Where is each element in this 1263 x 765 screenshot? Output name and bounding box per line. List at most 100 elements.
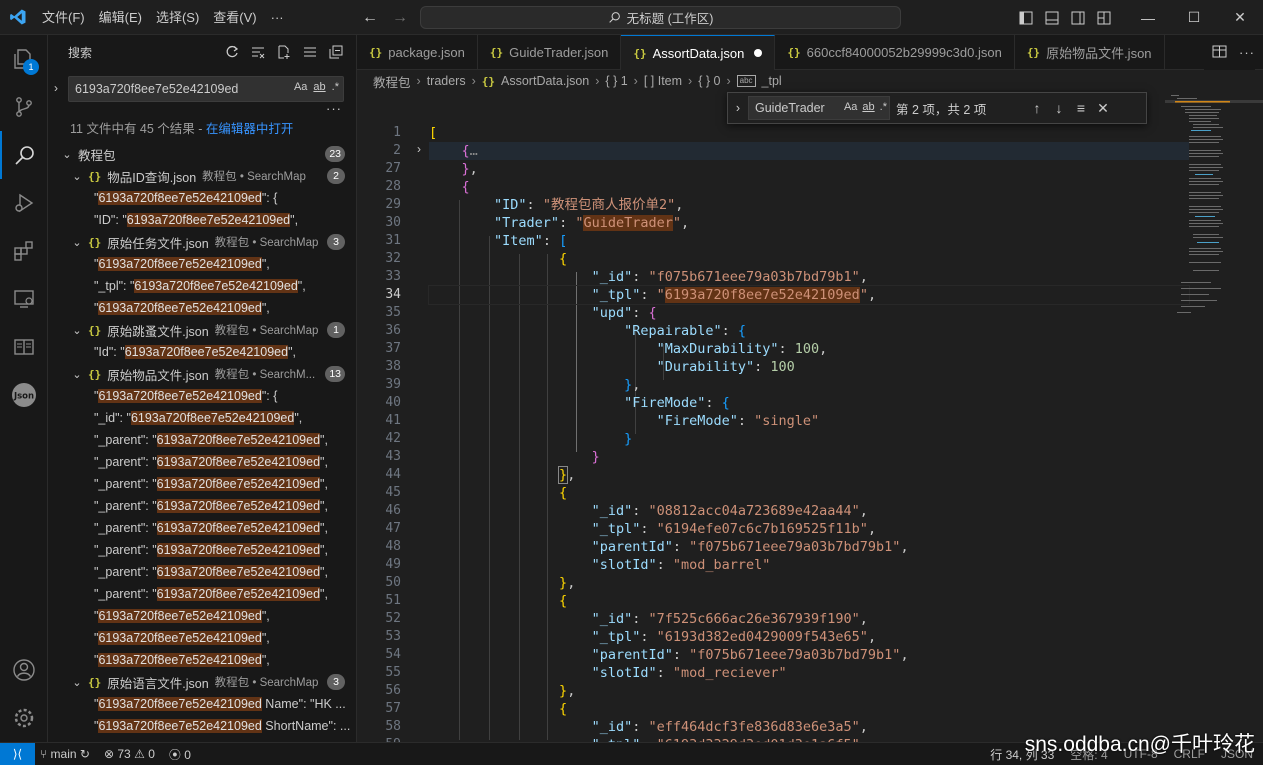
command-center[interactable]: 无标题 (工作区) — [420, 6, 901, 29]
code-line[interactable]: "slotId": "mod_barrel" — [429, 556, 1189, 574]
code-line[interactable]: { — [429, 178, 1189, 196]
find-input[interactable]: GuideTrader Aa ab .* — [748, 96, 890, 120]
editor-scrollbar[interactable] — [1249, 92, 1263, 742]
search-input[interactable]: 6193a720f8ee7e52e42109ed Aa ab .* — [68, 76, 344, 102]
find-in-selection-icon[interactable]: ≡ — [1070, 100, 1092, 116]
code-line[interactable]: { — [429, 700, 1189, 718]
menu-selection[interactable]: 选择(S) — [149, 0, 206, 35]
sidebar-scrollbar[interactable] — [346, 143, 356, 742]
match-row[interactable]: "_parent": "6193a720f8ee7e52e42109ed", — [48, 495, 356, 517]
code-line[interactable]: "Durability": 100 — [429, 358, 1189, 376]
menu-more[interactable]: ··· — [264, 0, 291, 35]
menu-view[interactable]: 查看(V) — [206, 0, 263, 35]
breadcrumb-item[interactable]: traders — [427, 74, 466, 88]
code-line[interactable]: { — [429, 250, 1189, 268]
menu-edit[interactable]: 编辑(E) — [92, 0, 149, 35]
code-line[interactable]: "upd": { — [429, 304, 1189, 322]
code-line[interactable]: "_id": "7f525c666ac26e367939f190", — [429, 610, 1189, 628]
run-debug-icon[interactable] — [0, 179, 48, 227]
more-options-icon[interactable]: ··· — [326, 101, 342, 116]
code-line[interactable]: "slotId": "mod_reciever" — [429, 664, 1189, 682]
code-line[interactable]: { — [429, 484, 1189, 502]
breadcrumb-item[interactable]: { } 0 — [698, 74, 720, 88]
extensions-icon[interactable] — [0, 227, 48, 275]
code-line[interactable]: }, — [429, 682, 1189, 700]
open-in-editor-link[interactable]: 在编辑器中打开 — [206, 122, 294, 136]
code-editor[interactable]: 1 2 27 28 29 30 31 32 33 34 35 36 37 38 39 40 41 42 43 44 45… — [357, 92, 1263, 742]
unsaved-dot-icon[interactable] — [754, 49, 763, 57]
breadcrumb-item[interactable]: _tpl — [762, 74, 782, 88]
code-line[interactable]: }, — [429, 574, 1189, 592]
match-row[interactable]: "_tpl": "6193a720f8ee7e52e42109ed", — [48, 275, 356, 297]
editor-tab[interactable]: {} 660ccf84000052b29999c3d0.json — [775, 35, 1015, 70]
match-row[interactable]: "_parent": "6193a720f8ee7e52e42109ed", — [48, 539, 356, 561]
code-line[interactable]: } — [429, 430, 1189, 448]
code-line[interactable]: {… — [429, 142, 1189, 160]
match-row[interactable]: "_id": "6193a720f8ee7e52e42109ed", — [48, 407, 356, 429]
code-lines[interactable]: [ {… }, { "ID": "教程包商人报价单2", "Trader": "… — [428, 92, 1190, 742]
minimize-icon[interactable]: — — [1125, 0, 1171, 35]
match-row[interactable]: "_parent": "6193a720f8ee7e52e42109ed", — [48, 451, 356, 473]
code-line[interactable]: }, — [429, 466, 1189, 484]
remote-indicator-icon[interactable]: ⟩⟨ — [0, 743, 35, 765]
code-line[interactable]: "Repairable": { — [429, 322, 1189, 340]
refresh-icon[interactable] — [224, 44, 240, 60]
code-line[interactable]: { — [429, 592, 1189, 610]
book-icon[interactable] — [0, 323, 48, 371]
toggle-panel-icon[interactable] — [1039, 0, 1065, 35]
problems-indicator[interactable]: ⊗ 73 ⚠ 0 — [104, 747, 155, 761]
fold-chevron-icon[interactable]: › — [417, 142, 421, 156]
use-regex-toggle[interactable]: .* — [332, 81, 339, 93]
match-row[interactable]: "ID": "6193a720f8ee7e52e42109ed", — [48, 209, 356, 231]
code-line[interactable]: "_tpl": "6193d382ed0429009f543e65", — [429, 628, 1189, 646]
code-line[interactable]: "MaxDurability": 100, — [429, 340, 1189, 358]
clear-results-icon[interactable] — [250, 44, 266, 60]
match-row[interactable]: "6193a720f8ee7e52e42109ed", — [48, 297, 356, 319]
find-whole-word-toggle[interactable]: ab — [862, 101, 874, 113]
match-case-toggle[interactable]: Aa — [294, 81, 307, 93]
result-file-row[interactable]: ⌄ {} 原始跳蚤文件.json 教程包 • SearchMap 1 — [48, 319, 356, 341]
editor-tab[interactable]: {} 原始物品文件.json — [1015, 35, 1165, 70]
code-line[interactable]: "Trader": "GuideTrader", — [429, 214, 1189, 232]
menu-file[interactable]: 文件(F) — [35, 0, 92, 35]
remote-explorer-icon[interactable] — [0, 275, 48, 323]
toggle-replace-icon[interactable]: › — [728, 101, 748, 115]
result-file-row[interactable]: ⌄ {} 原始语言文件.json 教程包 • SearchMap 3 — [48, 671, 356, 693]
code-line[interactable]: "ID": "教程包商人报价单2", — [429, 196, 1189, 214]
back-arrow-icon[interactable]: ← — [362, 9, 378, 27]
more-actions-icon[interactable]: ··· — [1239, 45, 1255, 60]
tree-root-folder[interactable]: ⌄ 教程包 23 — [48, 143, 356, 165]
collapse-all-icon[interactable] — [328, 44, 344, 60]
match-whole-word-toggle[interactable]: ab — [313, 81, 325, 93]
source-control-icon[interactable] — [0, 83, 48, 131]
explorer-icon[interactable]: 1 — [0, 35, 48, 83]
result-file-row[interactable]: ⌄ {} 原始物品文件.json 教程包 • SearchM... 13 — [48, 363, 356, 385]
view-as-tree-icon[interactable] — [302, 44, 318, 60]
match-row[interactable]: "_parent": "6193a720f8ee7e52e42109ed", — [48, 473, 356, 495]
settings-gear-icon[interactable] — [0, 694, 48, 742]
code-line[interactable]: } — [429, 448, 1189, 466]
customize-layout-icon[interactable] — [1091, 0, 1117, 35]
match-row[interactable]: "6193a720f8ee7e52e42109ed ShortName": ..… — [48, 715, 356, 737]
code-line[interactable]: "_tpl": "6194efe07c6c7b169525f11b", — [429, 520, 1189, 538]
code-line[interactable]: "_tpl": "6193a720f8ee7e52e42109ed", — [428, 285, 1190, 305]
code-line[interactable]: "_id": "08812acc04a723689e42aa44", — [429, 502, 1189, 520]
new-search-editor-icon[interactable] — [276, 44, 292, 60]
find-regex-toggle[interactable]: .* — [880, 101, 887, 113]
editor-tab[interactable]: {} AssortData.json — [621, 35, 776, 70]
close-find-icon[interactable]: ✕ — [1092, 100, 1114, 117]
editor-tab[interactable]: {} package.json — [357, 35, 478, 70]
match-row[interactable]: "6193a720f8ee7e52e42109ed", — [48, 649, 356, 671]
breadcrumb-item[interactable]: [ ] Item — [644, 74, 682, 88]
ports-indicator[interactable]: ⦿ 0 — [169, 746, 191, 763]
breadcrumb-item[interactable]: { } 1 — [605, 74, 627, 88]
match-row[interactable]: "6193a720f8ee7e52e42109ed": { — [48, 385, 356, 407]
result-file-row[interactable]: ⌄ {} 物品ID查询.json 教程包 • SearchMap 2 — [48, 165, 356, 187]
forward-arrow-icon[interactable]: → — [392, 9, 408, 27]
editor-tab[interactable]: {} GuideTrader.json — [478, 35, 622, 70]
toggle-sidebar-icon[interactable] — [1013, 0, 1039, 35]
match-row[interactable]: "6193a720f8ee7e52e42109ed": { — [48, 187, 356, 209]
code-line[interactable]: [ — [429, 124, 1189, 142]
breadcrumb-item[interactable]: 教程包 — [373, 72, 411, 91]
match-row[interactable]: "6193a720f8ee7e52e42109ed", — [48, 627, 356, 649]
